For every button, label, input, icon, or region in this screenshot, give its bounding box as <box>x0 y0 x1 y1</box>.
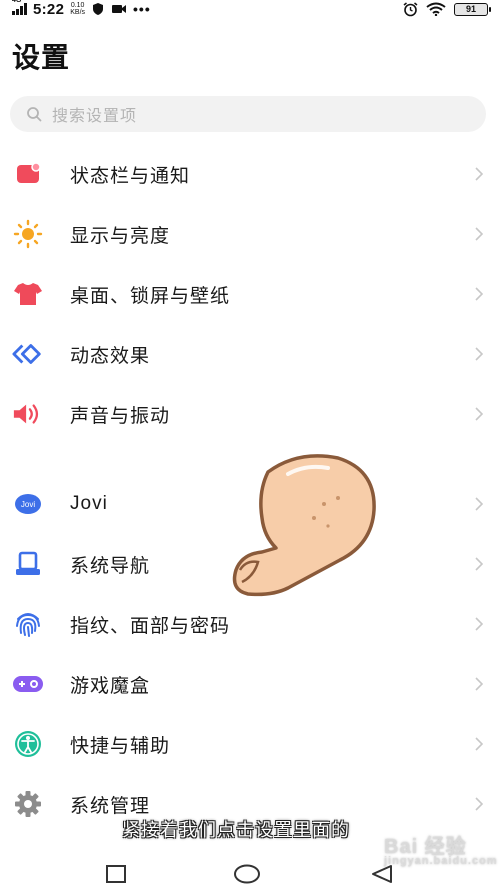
svg-text:Jovi: Jovi <box>21 500 35 509</box>
signal-icon: 4G <box>12 0 27 15</box>
settings-item-fingerprint-face-password[interactable]: 指纹、面部与密码 <box>0 594 500 654</box>
chevron-right-icon <box>475 167 484 181</box>
settings-item-sound-vibration[interactable]: 声音与振动 <box>0 384 500 444</box>
shield-icon <box>93 3 104 15</box>
settings-item-label: 系统管理 <box>70 795 151 817</box>
home-icon[interactable] <box>233 864 261 884</box>
chevron-right-icon <box>475 737 484 751</box>
settings-item-desktop-lockscreen-wallpaper[interactable]: 桌面、锁屏与壁纸 <box>0 264 500 324</box>
wifi-icon <box>426 2 446 16</box>
motion-icon <box>12 338 44 370</box>
speaker-icon <box>12 398 44 430</box>
chevron-right-icon <box>475 347 484 361</box>
chevron-right-icon <box>475 407 484 421</box>
battery-indicator: 91 <box>454 2 491 16</box>
chevron-right-icon <box>475 797 484 811</box>
settings-item-label: Jovi <box>70 493 108 514</box>
back-icon[interactable] <box>370 864 394 884</box>
fingerprint-icon <box>12 608 44 640</box>
status-bar: 4G 5:22 0.10 KB/s ••• 91 <box>0 0 500 18</box>
settings-item-label: 声音与振动 <box>70 405 171 427</box>
navigation-icon <box>12 548 44 580</box>
jovi-icon: Jovi <box>12 488 44 520</box>
tshirt-icon <box>12 278 44 310</box>
accessibility-icon <box>12 728 44 760</box>
network-speed: 0.10 KB/s <box>70 2 86 16</box>
settings-item-label: 状态栏与通知 <box>70 165 191 187</box>
settings-item-label: 桌面、锁屏与壁纸 <box>70 285 231 307</box>
settings-item-status-bar-notifications[interactable]: 状态栏与通知 <box>0 144 500 204</box>
settings-item-label: 指纹、面部与密码 <box>70 615 231 637</box>
chevron-right-icon <box>475 227 484 241</box>
more-notifications-icon: ••• <box>133 1 151 17</box>
settings-item-display-brightness[interactable]: 显示与亮度 <box>0 204 500 264</box>
clock: 5:22 <box>33 0 65 18</box>
settings-item-game-box[interactable]: 游戏魔盒 <box>0 654 500 714</box>
video-subtitle: 紧接着我们点击设置里面的 <box>122 820 350 840</box>
baidu-watermark: Bai 经验 jingyan.baidu.com <box>384 836 498 867</box>
notification-icon <box>12 158 44 190</box>
gamepad-icon <box>12 668 44 700</box>
settings-item-label: 游戏魔盒 <box>70 675 151 697</box>
alarm-icon <box>403 1 418 16</box>
gear-icon <box>12 788 44 820</box>
settings-item-label: 快捷与辅助 <box>70 735 171 757</box>
settings-item-label: 显示与亮度 <box>70 225 171 247</box>
network-type: 4G <box>12 0 22 4</box>
chevron-right-icon <box>475 617 484 631</box>
chevron-right-icon <box>475 287 484 301</box>
settings-item-motion-effects[interactable]: 动态效果 <box>0 324 500 384</box>
chevron-right-icon <box>475 497 484 511</box>
search-input[interactable]: 搜索设置项 <box>10 96 486 132</box>
chevron-right-icon <box>475 677 484 691</box>
pointing-hand-illustration <box>232 454 376 597</box>
chevron-right-icon <box>475 557 484 571</box>
recents-icon[interactable] <box>105 864 127 884</box>
settings-item-shortcuts-accessibility[interactable]: 快捷与辅助 <box>0 714 500 774</box>
sun-icon <box>12 218 44 250</box>
settings-item-label: 动态效果 <box>70 345 151 367</box>
page-title: 设置 <box>12 42 71 73</box>
settings-item-label: 系统导航 <box>70 555 151 577</box>
search-icon <box>27 107 42 122</box>
video-icon <box>112 5 127 13</box>
search-placeholder: 搜索设置项 <box>52 108 138 125</box>
